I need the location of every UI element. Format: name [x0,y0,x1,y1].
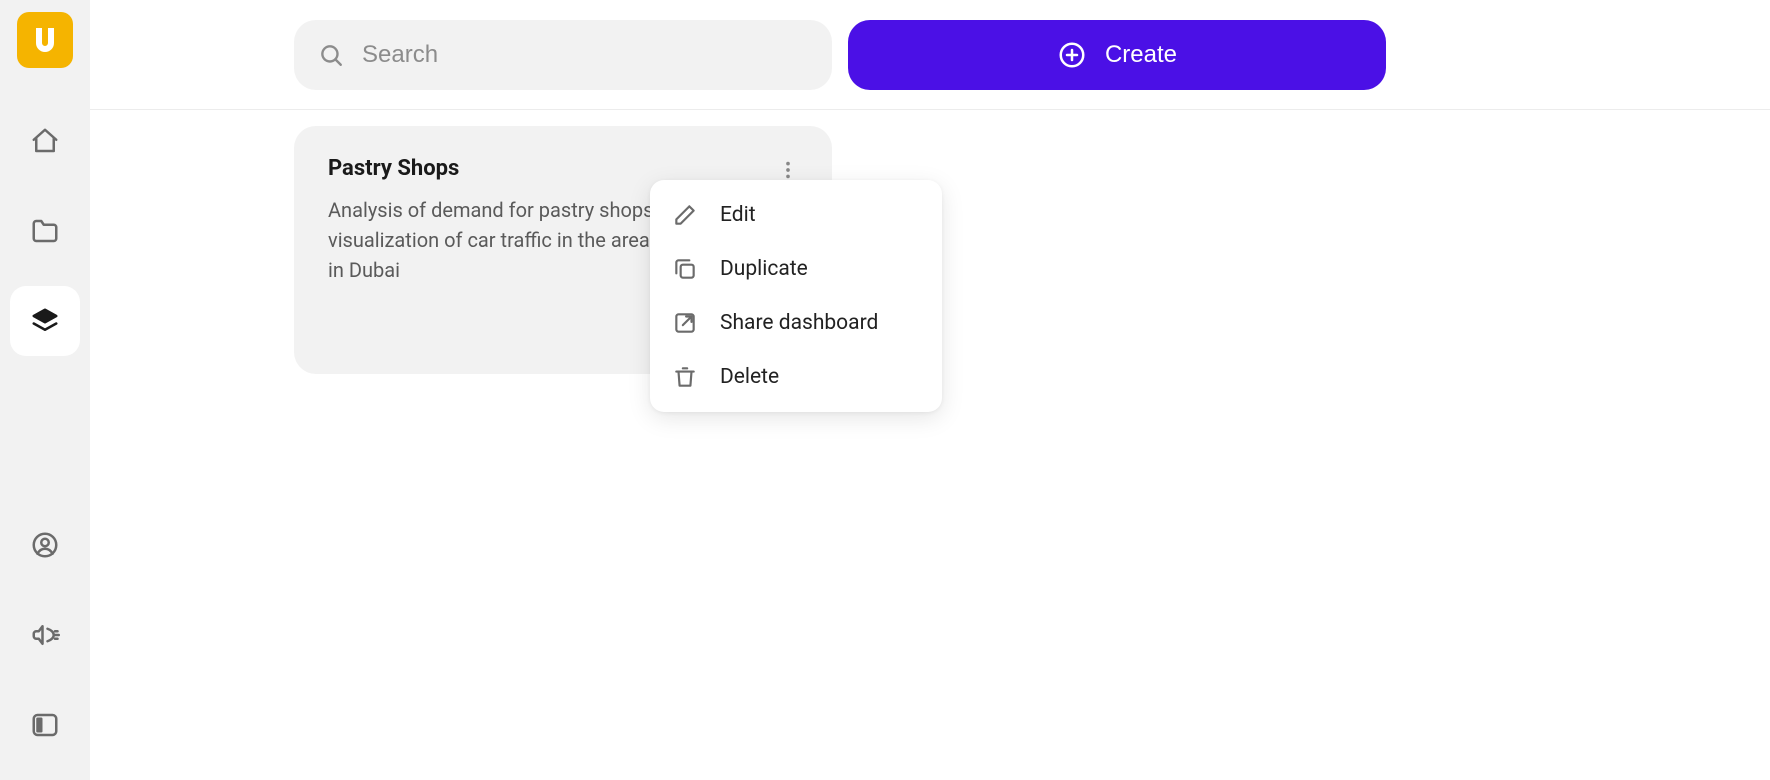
menu-edit-label: Edit [720,203,756,227]
topbar: Create [90,0,1770,110]
folder-icon [30,216,60,246]
app-logo[interactable] [17,12,73,68]
share-icon [672,310,698,336]
logo-u-icon [27,22,63,58]
content: Pastry Shops Analysis of demand for past… [90,110,1770,374]
panel-left-icon [30,710,60,740]
menu-share[interactable]: Share dashboard [650,296,942,350]
nav-folder[interactable] [10,196,80,266]
menu-delete[interactable]: Delete [650,350,942,404]
dots-vertical-icon [777,159,799,181]
search-icon [318,42,344,68]
menu-duplicate-label: Duplicate [720,257,808,281]
card-context-menu: Edit Duplicate Share dashboard Delete [650,180,942,412]
trash-icon [672,364,698,390]
nav-announce[interactable] [10,600,80,670]
nav-panel[interactable] [10,690,80,760]
menu-edit[interactable]: Edit [650,188,942,242]
nav-home[interactable] [10,106,80,176]
create-button[interactable]: Create [848,20,1386,90]
card-title: Pastry Shops [328,156,798,181]
plus-circle-icon [1057,40,1087,70]
megaphone-icon [30,620,60,650]
menu-delete-label: Delete [720,365,779,389]
duplicate-icon [672,256,698,282]
layers-icon [30,306,60,336]
user-circle-icon [30,530,60,560]
menu-share-label: Share dashboard [720,311,878,335]
nav-account[interactable] [10,510,80,580]
edit-icon [672,202,698,228]
menu-duplicate[interactable]: Duplicate [650,242,942,296]
nav-layers[interactable] [10,286,80,356]
main: Create Pastry Shops Analysis of demand f… [90,0,1770,780]
search-box[interactable] [294,20,832,90]
home-icon [30,126,60,156]
search-input[interactable] [362,41,808,69]
create-button-label: Create [1105,41,1177,69]
sidebar [0,0,90,780]
